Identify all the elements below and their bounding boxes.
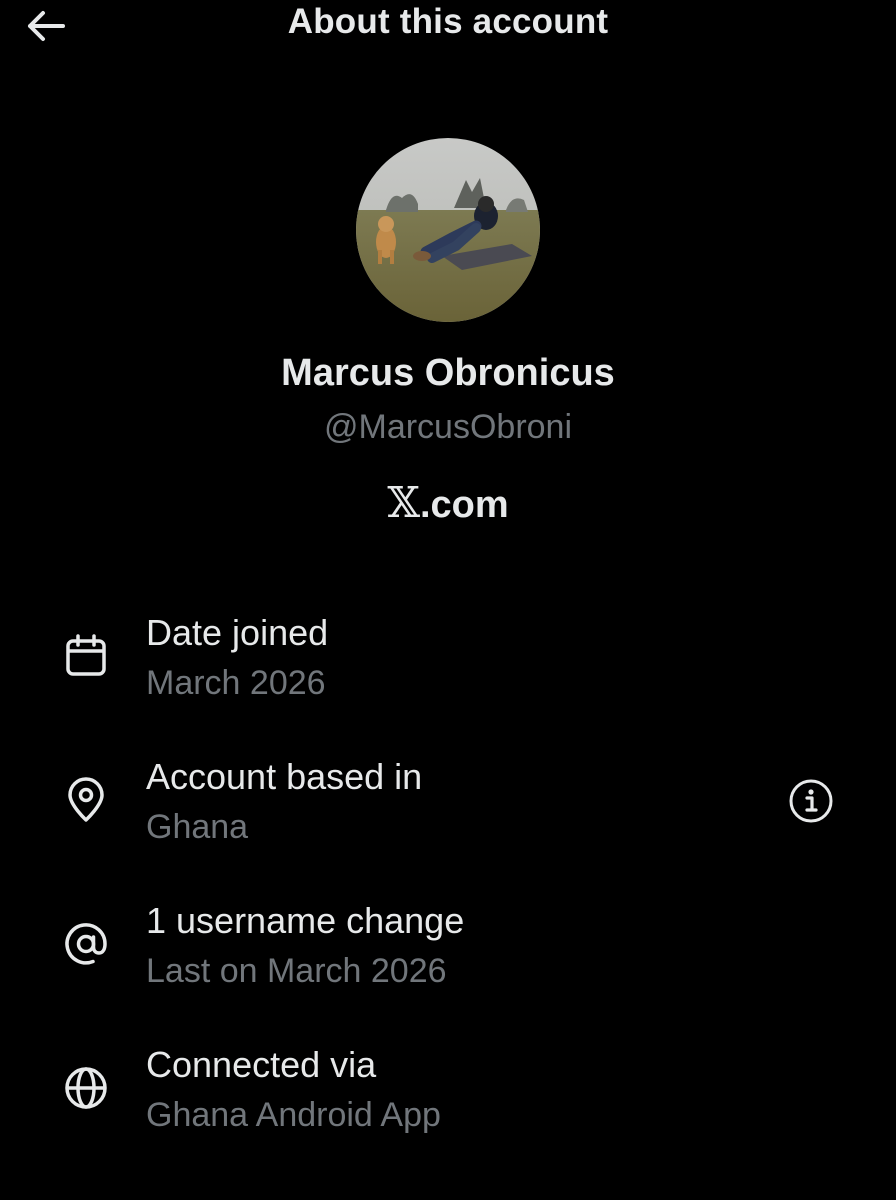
info-button[interactable] [786, 776, 836, 826]
info-icon [789, 779, 833, 823]
globe-icon [58, 1060, 114, 1116]
location-pin-icon [58, 772, 114, 828]
detail-label: Date joined [146, 612, 329, 653]
detail-row-date-joined: Date joined March 2026 [0, 608, 896, 708]
platform-suffix: .com [419, 484, 509, 526]
detail-label: Connected via [146, 1044, 377, 1085]
top-bar: About this account [0, 0, 896, 56]
detail-row-connected-via: Connected via Ghana Android App [0, 1040, 896, 1140]
calendar-icon [58, 628, 114, 684]
detail-value: Ghana Android App [146, 1096, 441, 1134]
detail-value: Last on March 2026 [146, 952, 447, 990]
detail-row-username-change: 1 username change Last on March 2026 [0, 896, 896, 996]
page-title: About this account [287, 2, 609, 41]
profile-handle: @MarcusObroni [323, 408, 573, 446]
platform-label: 𝕏.com [0, 478, 896, 527]
at-sign-icon [58, 916, 114, 972]
avatar[interactable] [356, 138, 540, 322]
detail-label: Account based in [146, 756, 423, 797]
detail-label: 1 username change [146, 900, 465, 941]
profile-name: Marcus Obronicus [281, 352, 615, 394]
detail-value: March 2026 [146, 664, 326, 702]
detail-row-account-based-in: Account based in Ghana [0, 752, 896, 852]
detail-value: Ghana [146, 808, 249, 846]
x-logo-icon: 𝕏 [387, 478, 420, 527]
